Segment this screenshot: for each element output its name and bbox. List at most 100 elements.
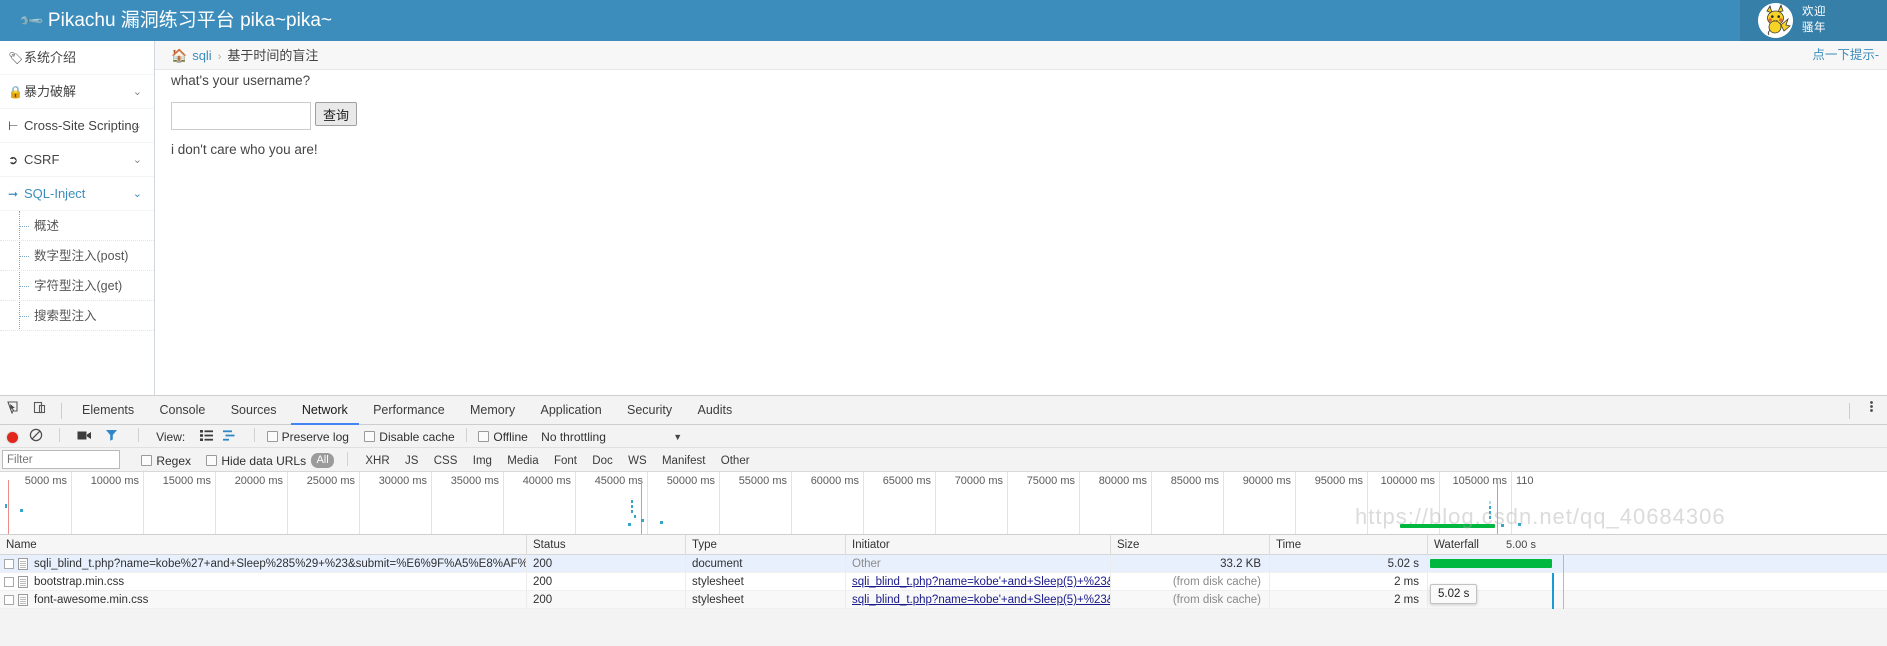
- initiator-link[interactable]: sqli_blind_t.php?name=kobe'+and+Sleep(5)…: [852, 576, 1110, 588]
- column-header-time[interactable]: Time: [1270, 535, 1428, 555]
- column-header-name[interactable]: Name: [0, 535, 527, 555]
- toolbar-divider: [466, 428, 468, 443]
- regex-checkbox[interactable]: Regex: [141, 450, 191, 472]
- inspect-icon[interactable]: [0, 396, 24, 425]
- overview-tick-label: 40000 ms: [522, 475, 571, 487]
- column-header-waterfall[interactable]: Waterfall 5.00 s: [1428, 535, 1887, 555]
- filter-type-doc[interactable]: Doc: [592, 455, 612, 467]
- tab-application[interactable]: Application: [530, 396, 613, 425]
- funnel-icon[interactable]: [105, 426, 118, 448]
- chevron-down-icon[interactable]: ▼: [673, 426, 682, 448]
- overview-request-mark: [1489, 506, 1491, 509]
- filter-type-media[interactable]: Media: [507, 455, 538, 467]
- table-header-row: Name Status Type Initiator Size Time Wat…: [0, 535, 1887, 555]
- cell-type: stylesheet: [686, 591, 846, 609]
- cell-status: 200: [527, 573, 686, 591]
- filter-type-manifest[interactable]: Manifest: [662, 455, 705, 467]
- column-header-size[interactable]: Size: [1111, 535, 1270, 555]
- toolbar-divider: [347, 452, 349, 467]
- checkbox-box: [364, 431, 376, 442]
- overview-tick-label: 25000 ms: [306, 475, 355, 487]
- tab-audits[interactable]: Audits: [687, 396, 744, 425]
- overview-tick-label: 20000 ms: [234, 475, 283, 487]
- tab-elements[interactable]: Elements: [71, 396, 145, 425]
- sidebar-item-intro[interactable]: 🏷系统介绍: [0, 41, 154, 75]
- column-header-type[interactable]: Type: [686, 535, 846, 555]
- filter-type-all[interactable]: All: [311, 453, 334, 469]
- device-toolbar-icon[interactable]: [27, 396, 51, 425]
- waterfall-view-icon[interactable]: [222, 426, 236, 448]
- network-request-table: Name Status Type Initiator Size Time Wat…: [0, 535, 1887, 609]
- filter-type-js[interactable]: JS: [405, 455, 418, 467]
- view-label: View:: [156, 430, 186, 444]
- hint-link[interactable]: 点一下提示-: [1812, 41, 1879, 70]
- chevron-down-icon: ⌄: [132, 86, 142, 98]
- cell-name: bootstrap.min.css: [0, 573, 527, 591]
- list-view-icon[interactable]: [199, 426, 213, 448]
- camera-icon[interactable]: [77, 426, 92, 448]
- tab-performance[interactable]: Performance: [362, 396, 456, 425]
- tab-memory[interactable]: Memory: [459, 396, 526, 425]
- chevron-down-icon: ⌄: [132, 188, 142, 200]
- overview-tick-label: 75000 ms: [1026, 475, 1075, 487]
- overview-request-dot: [20, 509, 23, 512]
- column-header-status[interactable]: Status: [527, 535, 686, 555]
- tab-console[interactable]: Console: [148, 396, 216, 425]
- filter-type-img[interactable]: Img: [473, 455, 492, 467]
- filter-input[interactable]: [2, 450, 120, 469]
- disable-cache-label: Disable cache: [379, 430, 455, 444]
- toolbar-divider: [137, 428, 139, 443]
- sidebar-item-csrf[interactable]: ➲ CSRF ⌄: [0, 143, 154, 177]
- hide-data-urls-checkbox[interactable]: Hide data URLs: [206, 450, 306, 472]
- filter-type-css[interactable]: CSS: [434, 455, 458, 467]
- throttling-select[interactable]: No throttling: [541, 426, 606, 448]
- submit-button[interactable]: 查询: [315, 102, 358, 126]
- breadcrumb-link-sqli[interactable]: sqli: [192, 48, 212, 63]
- filter-type-font[interactable]: Font: [554, 455, 577, 467]
- sidebar-subitem-overview[interactable]: 概述: [0, 211, 154, 241]
- sidebar-subitem-label: 搜索型注入: [34, 309, 97, 323]
- tab-network[interactable]: Network: [291, 396, 359, 425]
- overview-tick-label: 110: [1516, 475, 1534, 487]
- main-content: 🏠 sqli › 基于时间的盲注 点一下提示- what's your usernam…: [155, 41, 1887, 395]
- hide-data-urls-label: Hide data URLs: [221, 454, 307, 468]
- overview-tick-label: 30000 ms: [378, 475, 427, 487]
- site-title: 🔧 Pikachu 漏洞练习平台 pika~pika~: [19, 0, 332, 41]
- filter-type-ws[interactable]: WS: [628, 455, 647, 467]
- username-input[interactable]: [171, 102, 311, 130]
- clear-icon[interactable]: [29, 426, 43, 448]
- overview-load-bar: [1400, 524, 1495, 528]
- cell-time: 2 ms: [1270, 573, 1428, 591]
- network-filterbar: Regex Hide data URLs All XHR JS CSS Img …: [0, 448, 1887, 472]
- offline-checkbox[interactable]: Offline: [478, 426, 528, 448]
- disable-cache-checkbox[interactable]: Disable cache: [364, 426, 455, 448]
- filter-type-other[interactable]: Other: [721, 455, 750, 467]
- sidebar-item-label: Cross-Site Scripting: [24, 118, 139, 133]
- tab-sources[interactable]: Sources: [220, 396, 288, 425]
- waterfall-bar: [1552, 591, 1554, 609]
- sidebar-subitem-search[interactable]: 搜索型注入: [0, 301, 154, 331]
- more-options-icon[interactable]: [1859, 396, 1883, 425]
- table-row[interactable]: bootstrap.min.css 200 stylesheet sqli_bl…: [0, 573, 1887, 591]
- network-overview-timeline[interactable]: 5000 ms 10000 ms 15000 ms 20000 ms 25000…: [0, 472, 1887, 535]
- tab-security[interactable]: Security: [616, 396, 683, 425]
- record-icon[interactable]: [7, 431, 18, 443]
- sidebar-item-sql-inject[interactable]: ➞ SQL-Inject ⌄: [0, 177, 154, 211]
- sidebar-submenu: 概述 数字型注入(post) 字符型注入(get) 搜索型注入: [0, 211, 154, 331]
- user-box[interactable]: 欢迎 骚年: [1740, 0, 1887, 41]
- sidebar-item-bruteforce[interactable]: 🔒暴力破解 ⌄: [0, 75, 154, 109]
- sidebar-subitem-string-get[interactable]: 字符型注入(get): [0, 271, 154, 301]
- table-row[interactable]: sqli_blind_t.php?name=kobe%27+and+Sleep%…: [0, 555, 1887, 573]
- overview-tick-label: 10000 ms: [90, 475, 139, 487]
- column-header-initiator[interactable]: Initiator: [846, 535, 1111, 555]
- sidebar-item-xss[interactable]: ⊢ Cross-Site Scripting ⌄: [0, 109, 154, 143]
- preserve-log-checkbox[interactable]: Preserve log: [266, 426, 349, 448]
- table-row[interactable]: font-awesome.min.css 200 stylesheet sqli…: [0, 591, 1887, 609]
- overview-request-mark: [631, 505, 633, 508]
- sidebar-item-label: CSRF: [24, 152, 60, 167]
- filter-type-xhr[interactable]: XHR: [365, 455, 389, 467]
- sidebar-subitem-numeric-post[interactable]: 数字型注入(post): [0, 241, 154, 271]
- initiator-link[interactable]: sqli_blind_t.php?name=kobe'+and+Sleep(5)…: [852, 594, 1110, 606]
- overview-tick-label: 45000 ms: [594, 475, 643, 487]
- overview-request-mark: [1489, 501, 1491, 504]
